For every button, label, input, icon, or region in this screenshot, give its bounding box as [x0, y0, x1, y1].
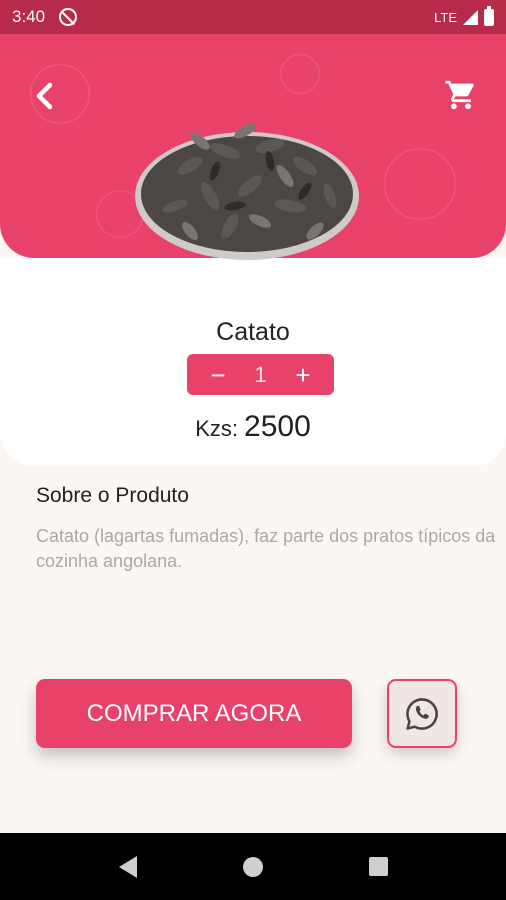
about-description: Catato (lagartas fumadas), faz parte dos…	[36, 526, 496, 571]
whatsapp-button[interactable]	[387, 679, 457, 748]
chevron-left-icon	[36, 82, 53, 110]
signal-icon	[463, 9, 478, 25]
network-type: LTE	[434, 9, 457, 25]
battery-icon	[484, 5, 494, 26]
nav-back-icon[interactable]	[118, 855, 137, 878]
price-value: 2500	[244, 410, 311, 443]
navigation-bar	[0, 833, 506, 900]
nav-recents-icon[interactable]	[368, 857, 388, 876]
do-not-disturb-icon	[59, 8, 78, 26]
product-name: Catato	[216, 318, 290, 346]
increment-button[interactable]: +	[292, 362, 314, 388]
status-bar: 3:40 LTE	[0, 0, 506, 34]
shopping-cart-icon	[445, 80, 474, 110]
nav-home-icon[interactable]	[242, 856, 263, 877]
price-currency: Kzs:	[195, 416, 239, 441]
cart-button[interactable]	[444, 78, 478, 112]
buy-now-button[interactable]: COMPRAR AGORA	[36, 679, 352, 748]
status-time: 3:40	[12, 7, 46, 26]
quantity-stepper: − 1 +	[187, 354, 334, 395]
decrement-button[interactable]: −	[207, 362, 229, 388]
quantity-value: 1	[254, 361, 267, 387]
whatsapp-icon	[406, 697, 438, 730]
about-title: Sobre o Produto	[36, 484, 189, 507]
status-indicators: LTE	[434, 5, 494, 26]
product-image	[135, 123, 359, 260]
back-button[interactable]	[30, 80, 62, 112]
price: Kzs: 2500	[0, 410, 506, 444]
